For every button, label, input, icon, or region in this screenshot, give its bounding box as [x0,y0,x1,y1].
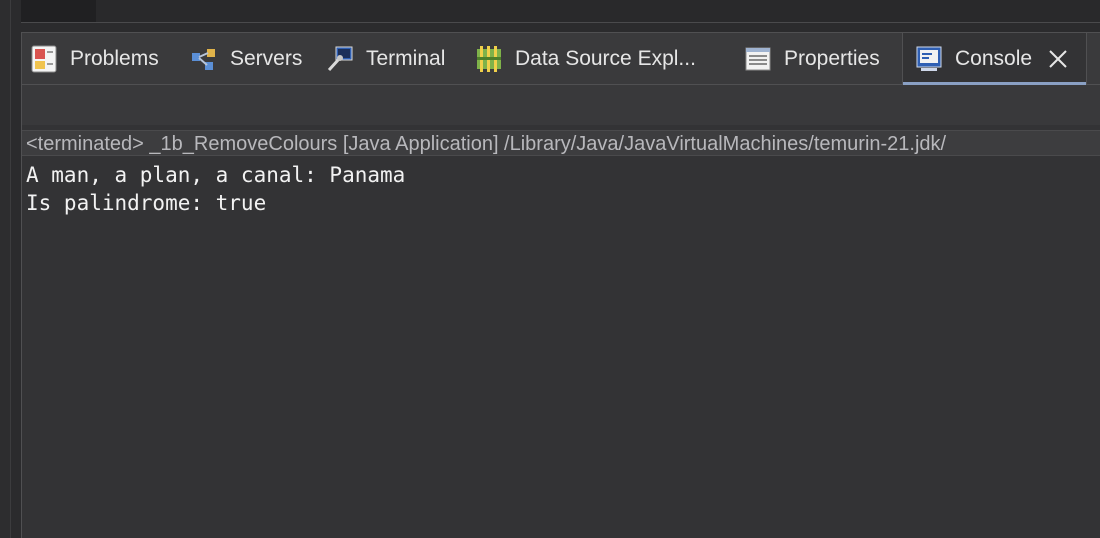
console-toolbar [22,85,1100,125]
tab-properties[interactable]: Properties [744,33,880,84]
tab-servers[interactable]: Servers [190,33,302,84]
tab-label: Console [955,47,1033,70]
tab-problems[interactable]: Problems [30,33,159,84]
console-icon [915,45,943,73]
tab-terminal[interactable]: Terminal [326,33,445,84]
terminal-icon [326,45,354,73]
tab-console[interactable]: Console [902,33,1087,85]
console-view-panel: Problems Servers Terminal Data Source Ex… [21,32,1100,538]
close-icon[interactable] [1048,49,1068,69]
editor-tab-stub[interactable] [21,0,96,22]
tab-label: Data Source Expl... [515,46,696,70]
editor-area-strip [21,0,1100,23]
window-left-gutter [0,0,11,538]
console-output-line: A man, a plan, a canal: Panama [26,163,406,187]
problems-icon [30,45,58,73]
tab-label: Properties [784,46,880,70]
servers-icon [190,45,218,73]
console-output-area[interactable]: A man, a plan, a canal: Panama Is palind… [22,157,1100,538]
ide-window: Problems Servers Terminal Data Source Ex… [0,0,1100,538]
console-output-line: Is palindrome: true [26,191,267,215]
properties-icon [744,45,772,73]
data-source-explorer-icon [475,45,503,73]
console-status-line: <terminated> _1b_RemoveColours [Java App… [22,130,1100,156]
view-tab-bar: Problems Servers Terminal Data Source Ex… [22,33,1100,85]
tab-label: Terminal [366,46,446,70]
tab-label: Problems [70,46,159,70]
tab-label: Servers [230,46,303,70]
tab-data-source-explorer[interactable]: Data Source Expl... [475,33,696,84]
